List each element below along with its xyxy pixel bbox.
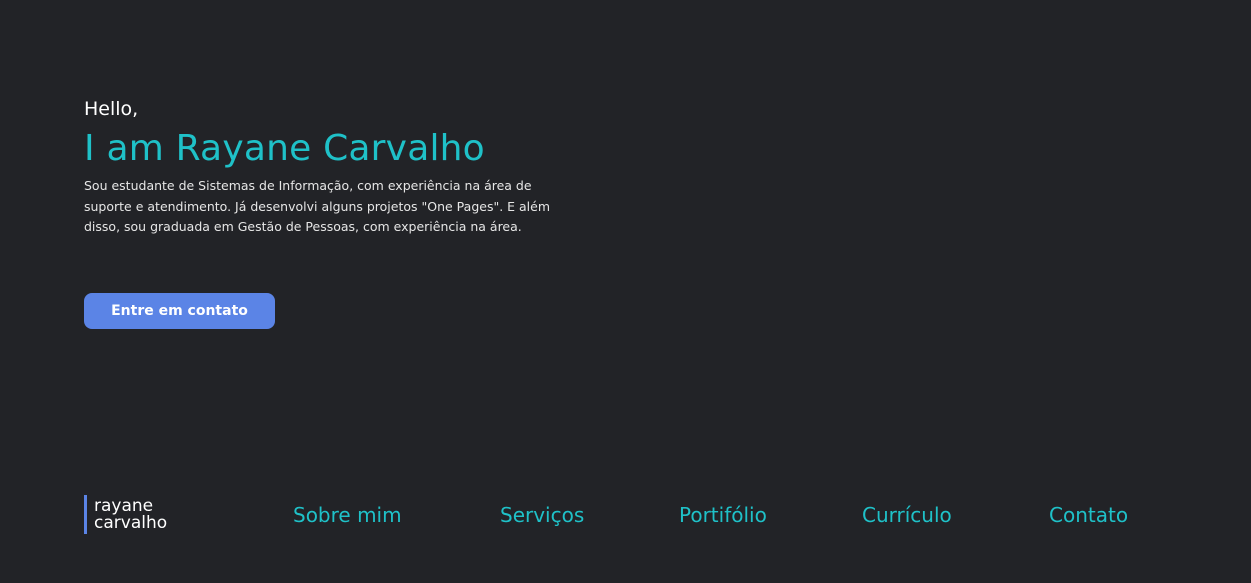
bottom-navigation: rayane carvalho Sobre mim Serviços Porti… — [84, 495, 1164, 535]
nav-link-portfolio[interactable]: Portifólio — [679, 503, 767, 527]
contact-button[interactable]: Entre em contato — [84, 293, 275, 329]
logo[interactable]: rayane carvalho — [84, 495, 167, 534]
nav-link-contato[interactable]: Contato — [1049, 503, 1128, 527]
nav-link-sobre-mim[interactable]: Sobre mim — [293, 503, 402, 527]
hero-section: Hello, I am Rayane Carvalho Sou estudant… — [84, 96, 554, 238]
logo-line-2: carvalho — [94, 512, 168, 533]
hero-name-heading: I am Rayane Carvalho — [84, 128, 485, 169]
hero-bio: Sou estudante de Sistemas de Informação,… — [84, 178, 551, 234]
nav-link-curriculo[interactable]: Currículo — [862, 503, 952, 527]
nav-link-servicos[interactable]: Serviços — [500, 503, 584, 527]
hero-greeting: Hello, — [84, 98, 139, 120]
logo-line-1: rayane — [94, 495, 154, 516]
